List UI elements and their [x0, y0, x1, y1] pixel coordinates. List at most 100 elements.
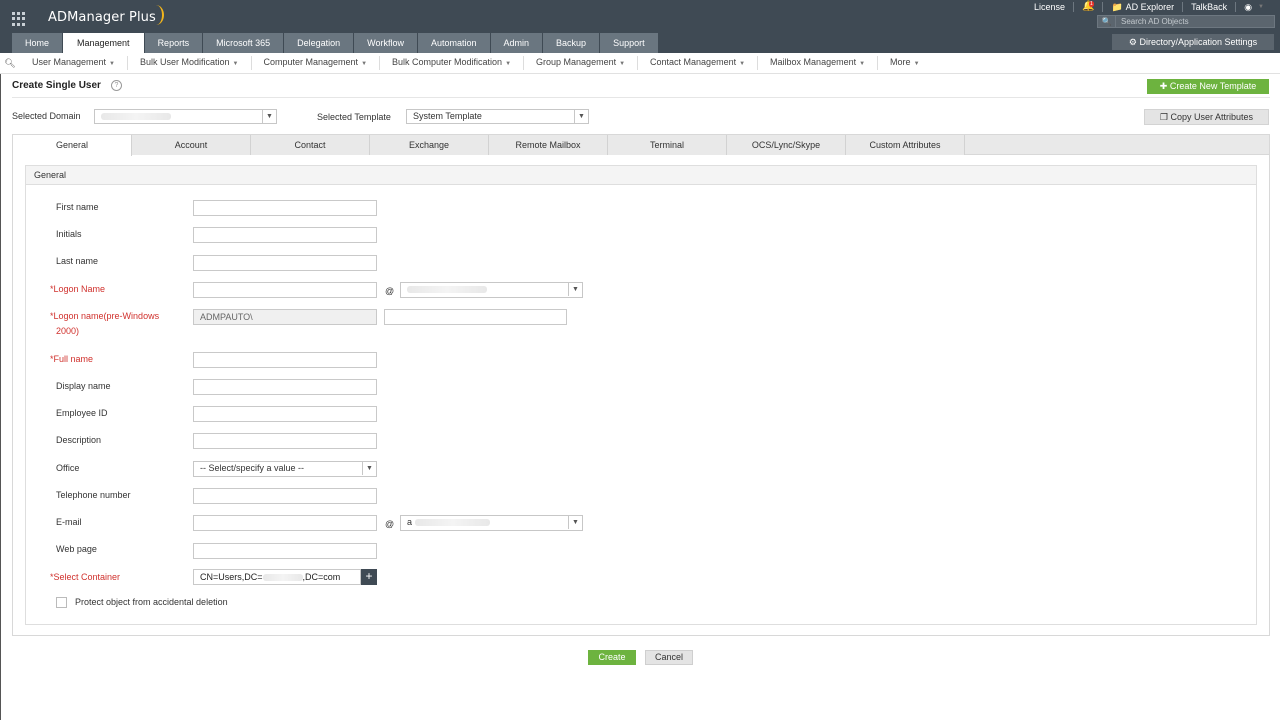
- chevron-down-icon: ▼: [1258, 4, 1264, 10]
- subnav-bulk-user-modification[interactable]: Bulk User Modification ▼: [128, 56, 252, 70]
- logon-name-input[interactable]: [193, 282, 377, 298]
- chevron-down-icon: ▼: [913, 61, 920, 67]
- page-title-text: Create Single User: [12, 80, 101, 91]
- employee-id-input[interactable]: [193, 406, 377, 422]
- first-name-label: First name: [56, 202, 99, 212]
- email-domain-select[interactable]: a ▼: [400, 515, 583, 531]
- web-page-label: Web page: [56, 544, 97, 554]
- help-icon[interactable]: ?: [110, 80, 122, 91]
- web-page-input[interactable]: [193, 543, 377, 559]
- directory-settings-label: Directory/Application Settings: [1139, 37, 1258, 47]
- protect-deletion-checkbox[interactable]: [56, 597, 67, 608]
- selected-domain-label: Selected Domain: [12, 111, 81, 121]
- tab-exchange[interactable]: Exchange: [370, 135, 489, 155]
- tab-home[interactable]: Home: [12, 33, 63, 53]
- main-nav: Home Management Reports Microsoft 365 De…: [12, 33, 659, 53]
- tab-automation[interactable]: Automation: [417, 33, 490, 53]
- tab-remote-mailbox[interactable]: Remote Mailbox: [489, 135, 608, 155]
- tab-backup[interactable]: Backup: [543, 33, 600, 53]
- window-edge: [0, 74, 1, 720]
- create-new-template-button[interactable]: ✚ Create New Template: [1147, 79, 1269, 94]
- select-container-label: *Select Container: [50, 570, 120, 585]
- office-select[interactable]: -- Select/specify a value -- ▼: [193, 461, 377, 477]
- tab-admin[interactable]: Admin: [490, 33, 543, 53]
- subnav-label: Group Management: [536, 57, 617, 67]
- search-icon[interactable]: 🔍: [1098, 16, 1116, 27]
- blurred-dc-value: [262, 574, 303, 582]
- logon-pre-line2: 2000): [56, 326, 80, 336]
- subnav-computer-management[interactable]: Computer Management ▼: [252, 56, 381, 70]
- tab-account[interactable]: Account: [132, 135, 251, 155]
- talkback-label: TalkBack: [1191, 2, 1228, 12]
- email-domain-value: a: [407, 517, 413, 527]
- telephone-label: Telephone number: [56, 490, 131, 500]
- create-button[interactable]: Create: [588, 650, 636, 665]
- apps-grid-icon[interactable]: [12, 12, 26, 26]
- last-name-input[interactable]: [193, 255, 377, 271]
- ad-explorer-link[interactable]: 📁 AD Explorer: [1103, 2, 1184, 12]
- user-circle-icon: ◉: [1244, 2, 1253, 12]
- tab-management[interactable]: Management: [63, 33, 144, 53]
- subnav-label: Bulk User Modification: [140, 57, 230, 67]
- tab-custom-attributes[interactable]: Custom Attributes: [846, 135, 965, 155]
- chevron-down-icon: ▼: [739, 61, 746, 67]
- form-tabbar: General Account Contact Exchange Remote …: [13, 135, 1269, 156]
- description-input[interactable]: [193, 433, 377, 449]
- logon-pre-windows-label: *Logon name(pre-Windows 2000): [50, 309, 159, 339]
- subnav-more[interactable]: More ▼: [878, 56, 931, 70]
- subnav-mailbox-management[interactable]: Mailbox Management ▼: [758, 56, 879, 70]
- full-name-text: Full name: [53, 354, 94, 364]
- tab-terminal[interactable]: Terminal: [608, 135, 727, 155]
- copy-attributes-label: Copy User Attributes: [1170, 112, 1254, 122]
- subnav-group-management[interactable]: Group Management ▼: [524, 56, 639, 70]
- logon-name-text: Logon Name: [53, 284, 106, 294]
- last-name-label: Last name: [56, 256, 99, 266]
- top-header: ADManager Plus License 🔔 1 📁 AD Explorer …: [0, 0, 1280, 53]
- chevron-down-icon: ▼: [859, 61, 866, 67]
- directory-settings-button[interactable]: ⚙ Directory/Application Settings: [1112, 34, 1274, 50]
- display-name-input[interactable]: [193, 379, 377, 395]
- logon-pre-windows-input[interactable]: [384, 309, 567, 325]
- full-name-input[interactable]: [193, 352, 377, 368]
- add-container-button[interactable]: +: [361, 569, 377, 585]
- blurred-domain-value: [414, 519, 490, 527]
- ad-search-input[interactable]: [1116, 17, 1266, 26]
- email-input[interactable]: [193, 515, 377, 531]
- license-label: License: [1033, 2, 1065, 12]
- telephone-input[interactable]: [193, 488, 377, 504]
- container-field[interactable]: CN=Users,DC= ,DC=com: [193, 569, 361, 585]
- user-menu[interactable]: ◉ ▼: [1236, 2, 1272, 12]
- first-name-input[interactable]: [193, 200, 377, 216]
- tab-general[interactable]: General: [13, 135, 132, 156]
- ad-explorer-label: AD Explorer: [1125, 2, 1175, 12]
- tab-contact[interactable]: Contact: [251, 135, 370, 155]
- tab-support[interactable]: Support: [600, 33, 658, 53]
- selected-domain-select[interactable]: ▼: [94, 109, 277, 124]
- selected-template-label: Selected Template: [317, 112, 391, 122]
- subnav-bulk-computer-modification[interactable]: Bulk Computer Modification ▼: [380, 56, 525, 70]
- copy-user-attributes-button[interactable]: ❐ Copy User Attributes: [1144, 109, 1269, 125]
- container-suffix: ,DC=com: [302, 572, 341, 582]
- subnav-contact-management[interactable]: Contact Management ▼: [638, 56, 759, 70]
- tab-microsoft-365[interactable]: Microsoft 365: [203, 33, 284, 53]
- folder-icon: 📁: [1111, 2, 1123, 12]
- notifications-button[interactable]: 🔔 1: [1074, 1, 1104, 12]
- tab-reports[interactable]: Reports: [144, 33, 203, 53]
- chevron-down-icon: ▼: [362, 462, 376, 475]
- logon-domain-select[interactable]: ▼: [400, 282, 583, 298]
- tab-ocs-lync-skype[interactable]: OCS/Lync/Skype: [727, 135, 846, 155]
- subnav-label: Mailbox Management: [770, 57, 857, 67]
- selected-template-select[interactable]: System Template ▼: [406, 109, 589, 124]
- tab-delegation[interactable]: Delegation: [284, 33, 354, 53]
- initials-input[interactable]: [193, 227, 377, 243]
- brand-logo[interactable]: ADManager Plus: [48, 10, 156, 25]
- search-icon[interactable]: 🔍︎: [0, 58, 20, 69]
- license-link[interactable]: License: [1026, 2, 1074, 12]
- tab-workflow[interactable]: Workflow: [354, 33, 417, 53]
- selected-template-value: System Template: [413, 111, 482, 121]
- cancel-button[interactable]: Cancel: [645, 650, 693, 665]
- gear-icon: ⚙: [1128, 37, 1137, 47]
- talkback-link[interactable]: TalkBack: [1183, 2, 1237, 12]
- blurred-domain-value: [101, 113, 171, 121]
- subnav-user-management[interactable]: User Management ▼: [20, 56, 128, 70]
